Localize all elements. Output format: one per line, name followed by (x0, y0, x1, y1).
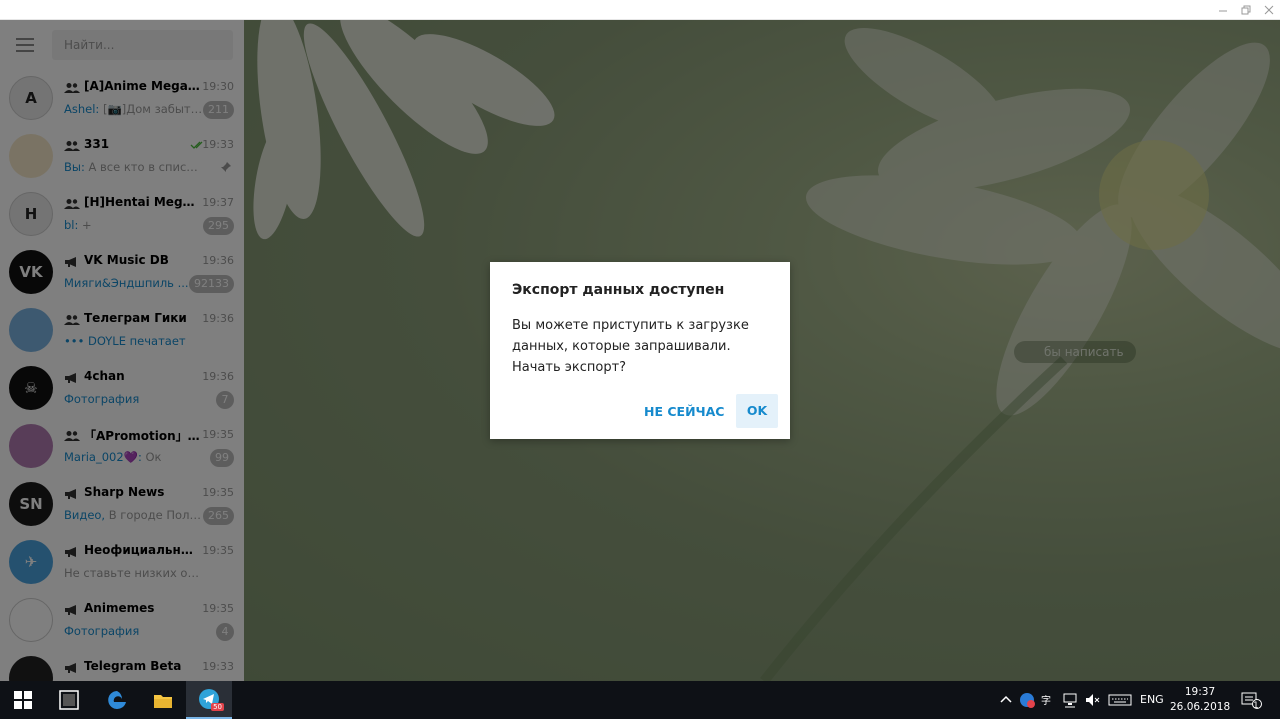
photos-app-icon (59, 690, 79, 710)
notification-count: 1 (1253, 701, 1259, 711)
input-method-icon[interactable]: 字 (1040, 691, 1058, 709)
system-clock[interactable]: 19:37 26.06.2018 (1170, 685, 1230, 715)
not-now-button[interactable]: НЕ СЕЙЧАС (634, 395, 734, 429)
minimize-button[interactable] (1211, 0, 1234, 20)
network-icon[interactable] (1062, 691, 1080, 709)
edge-browser-button[interactable] (94, 681, 140, 719)
task-view-button[interactable] (46, 681, 92, 719)
folder-icon (154, 695, 172, 708)
window-controls (1211, 0, 1280, 20)
edge-icon (108, 691, 126, 709)
dialog-message: Вы можете приступить к загрузке данных, … (512, 318, 749, 375)
clock-time: 19:37 (1184, 686, 1216, 698)
restore-icon (1241, 5, 1250, 15)
start-button[interactable] (0, 681, 46, 719)
svg-text:字: 字 (1041, 694, 1051, 707)
telegram-taskbar-button[interactable]: 50 (186, 681, 232, 719)
title-bar (0, 0, 1280, 20)
export-data-dialog: Экспорт данных доступен Вы можете присту… (490, 262, 790, 439)
dialog-title: Экспорт данных доступен (512, 282, 725, 298)
restore-button[interactable] (1234, 0, 1257, 20)
show-hidden-icons-chevron-up-icon[interactable] (997, 691, 1015, 709)
language-indicator[interactable]: ENG (1140, 693, 1164, 706)
close-button[interactable] (1257, 0, 1280, 20)
ok-button[interactable]: OK (736, 394, 778, 428)
telegram-unread-badge: 50 (211, 703, 224, 711)
windows-logo-icon (14, 691, 32, 709)
clock-date: 26.06.2018 (1170, 701, 1231, 713)
keyboard-icon[interactable] (1108, 691, 1132, 709)
close-icon (1264, 5, 1273, 15)
minimize-icon (1218, 10, 1227, 12)
file-explorer-button[interactable] (140, 681, 186, 719)
browser-tray-icon[interactable] (1018, 691, 1036, 709)
speaker-muted-icon[interactable] (1084, 691, 1102, 709)
windows-taskbar: 50 字 ENG 19:37 26.06.2018 1 (0, 681, 1280, 719)
